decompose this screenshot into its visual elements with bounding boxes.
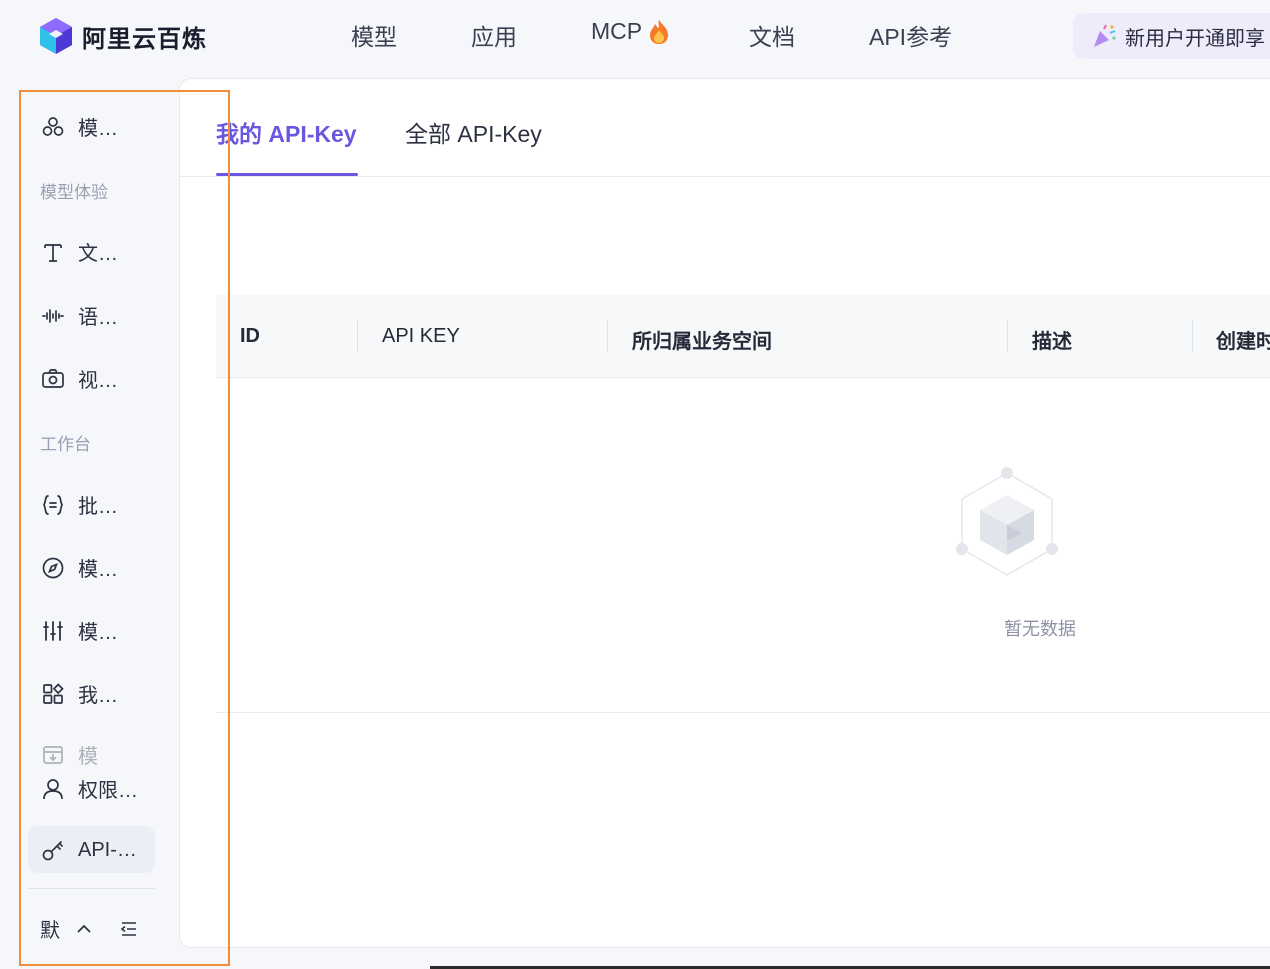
nav-mcp[interactable]: MCP bbox=[591, 18, 670, 45]
top-bar: 阿里云百炼 模型 应用 MCP 文档 API参考 新用户开通即享 bbox=[0, 0, 1270, 76]
sidebar-item-label: 模… bbox=[78, 622, 118, 644]
column-separator bbox=[357, 319, 358, 353]
sidebar-item-vision[interactable]: 视… bbox=[40, 364, 118, 393]
chevron-up-icon[interactable] bbox=[74, 919, 94, 939]
sidebar-item-model-explore[interactable]: 模… bbox=[40, 553, 118, 582]
brand-logo[interactable]: 阿里云百炼 bbox=[38, 17, 207, 55]
new-user-promo[interactable]: 新用户开通即享 bbox=[1073, 13, 1270, 59]
sidebar-item-label: API-… bbox=[78, 838, 137, 861]
fire-icon bbox=[650, 19, 669, 44]
active-tab-indicator bbox=[216, 173, 358, 176]
sidebar-item-my-apps[interactable]: 我… bbox=[40, 679, 118, 708]
column-header-description: 描述 bbox=[1032, 331, 1072, 353]
audio-wave-icon bbox=[40, 303, 66, 329]
sidebar-item-permissions[interactable]: 权限… bbox=[40, 774, 138, 803]
camera-icon bbox=[40, 366, 66, 392]
sliders-icon bbox=[40, 618, 66, 644]
sidebar-item-label: 模 bbox=[78, 746, 98, 768]
sidebar-item-text[interactable]: 文… bbox=[40, 237, 118, 266]
sidebar-item-model-tuning[interactable]: 模… bbox=[40, 616, 118, 645]
brand-name: 阿里云百炼 bbox=[82, 25, 207, 53]
empty-text: 暂无数据 bbox=[1004, 619, 1076, 639]
nav-apps[interactable]: 应用 bbox=[471, 18, 517, 52]
sidebar-group-experience: 模型体验 bbox=[40, 183, 108, 202]
column-header-workspace: 所归属业务空间 bbox=[632, 331, 772, 353]
sidebar-item-api-key[interactable]: API-… bbox=[40, 837, 137, 863]
bailian-logo-icon bbox=[40, 18, 72, 54]
nav-mcp-label: MCP bbox=[591, 18, 643, 44]
key-icon bbox=[40, 837, 66, 863]
sidebar-item-label: 文… bbox=[78, 243, 118, 265]
sidebar-footer: 默 bbox=[40, 914, 140, 943]
download-box-icon bbox=[40, 742, 66, 768]
empty-state: 暂无数据 bbox=[216, 377, 1270, 713]
user-icon bbox=[40, 776, 66, 802]
sidebar-item-label: 权限… bbox=[78, 780, 138, 802]
sidebar: 模… 模型体验 文… 语… 视… 工作台 批… 模… 模… 我… 模 权限… A… bbox=[18, 88, 168, 963]
sidebar-item-label: 视… bbox=[78, 370, 118, 392]
sidebar-item-audio[interactable]: 语… bbox=[40, 301, 118, 330]
empty-box-icon bbox=[956, 467, 1058, 576]
column-header-created: 创建时 bbox=[1216, 331, 1270, 353]
nav-docs[interactable]: 文档 bbox=[749, 18, 795, 52]
sidebar-item-label: 模… bbox=[78, 118, 118, 140]
sidebar-item-model-deploy[interactable]: 模 bbox=[40, 740, 98, 769]
column-separator bbox=[1007, 319, 1008, 353]
promo-text: 新用户开通即享 bbox=[1125, 27, 1265, 50]
tab-all-api-key[interactable]: 全部 API-Key bbox=[405, 115, 542, 149]
column-header-id: ID bbox=[240, 325, 260, 347]
sidebar-item-batch[interactable]: 批… bbox=[40, 490, 118, 519]
apps-icon bbox=[40, 681, 66, 707]
sidebar-item-model-hub[interactable]: 模… bbox=[40, 112, 118, 141]
tab-my-api-key[interactable]: 我的 API-Key bbox=[216, 115, 357, 149]
workspace-selector-label[interactable]: 默 bbox=[40, 914, 60, 943]
model-hub-icon bbox=[40, 114, 66, 140]
compass-icon bbox=[40, 555, 66, 581]
sidebar-item-label: 模… bbox=[78, 559, 118, 581]
braces-icon bbox=[40, 492, 66, 518]
api-key-tabs: 我的 API-Key 全部 API-Key bbox=[180, 79, 1270, 177]
nav-api-reference[interactable]: API参考 bbox=[869, 18, 952, 52]
column-separator bbox=[607, 319, 608, 353]
collapse-menu-icon[interactable] bbox=[118, 918, 140, 940]
column-header-api-key: API KEY bbox=[382, 325, 460, 347]
party-popper-icon bbox=[1094, 24, 1116, 47]
sidebar-group-workbench: 工作台 bbox=[40, 435, 91, 454]
sidebar-item-label: 语… bbox=[78, 307, 118, 329]
sidebar-item-label: 批… bbox=[78, 496, 118, 518]
main-panel: 我的 API-Key 全部 API-Key ID API KEY 所归属业务空间… bbox=[179, 78, 1270, 948]
table-header: ID API KEY 所归属业务空间 描述 创建时 bbox=[216, 295, 1270, 378]
sidebar-item-label: 我… bbox=[78, 685, 118, 707]
text-icon bbox=[40, 239, 66, 265]
column-separator bbox=[1192, 319, 1193, 353]
sidebar-divider bbox=[28, 888, 155, 889]
nav-models[interactable]: 模型 bbox=[351, 18, 397, 52]
